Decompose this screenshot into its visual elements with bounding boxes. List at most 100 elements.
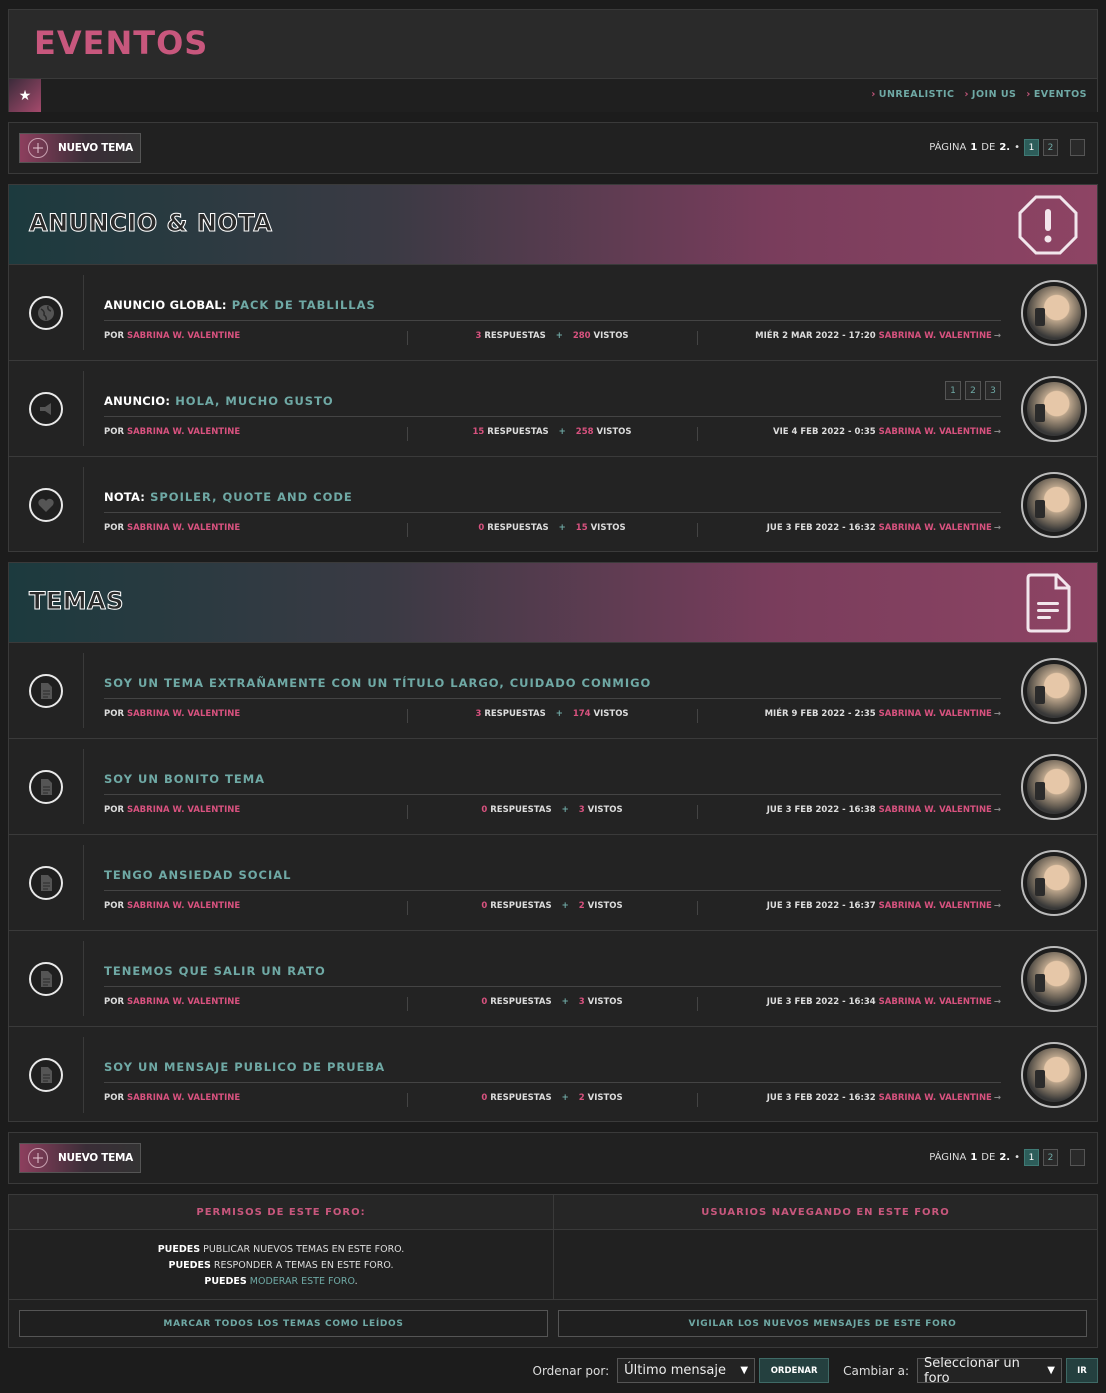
permissions-title: PERMISOS DE ESTE FORO: (9, 1195, 553, 1230)
topic-title[interactable]: SOY UN TEMA EXTRAÑAMENTE CON UN TÍTULO L… (104, 676, 651, 690)
go-button[interactable]: IR (1066, 1358, 1098, 1383)
page-title: EVENTOS (34, 24, 209, 62)
moderate-link[interactable]: MODERAR ESTE FORO (250, 1276, 355, 1287)
page-2-button[interactable]: 2 (1043, 1149, 1058, 1166)
topic-meta: POR SABRINA W. VALENTINE 3 RESPUESTAS +17… (104, 709, 1001, 723)
avatar[interactable] (1021, 850, 1087, 916)
jump-label: Cambiar a: (843, 1363, 909, 1378)
globe-icon (29, 296, 63, 330)
avatar[interactable] (1021, 376, 1087, 442)
avatar[interactable] (1021, 946, 1087, 1012)
last-author-link[interactable]: SABRINA W. VALENTINE (879, 427, 992, 437)
topic-title[interactable]: ANUNCIO: HOLA, MUCHO GUSTO (104, 394, 334, 408)
order-button[interactable]: ORDENAR (759, 1358, 830, 1383)
topic-row[interactable]: ANUNCIO GLOBAL: PACK DE TABLILLAS POR SAB… (9, 265, 1097, 361)
topic-row[interactable]: SOY UN MENSAJE PUBLICO DE PRUEBA POR SAB… (9, 1027, 1097, 1123)
bottom-action-bar: NUEVO TEMA PÁGINA 1 DE 2. • 1 2 (8, 1132, 1098, 1184)
avatar[interactable] (1021, 658, 1087, 724)
author-link[interactable]: SABRINA W. VALENTINE (127, 523, 240, 533)
forum-info-box: PERMISOS DE ESTE FORO: PUEDES PUBLICAR N… (8, 1194, 1098, 1348)
new-topic-button[interactable]: NUEVO TEMA (19, 1143, 141, 1173)
topic-row[interactable]: SOY UN TEMA EXTRAÑAMENTE CON UN TÍTULO L… (9, 643, 1097, 739)
avatar[interactable] (1021, 472, 1087, 538)
last-author-link[interactable]: SABRINA W. VALENTINE (879, 901, 992, 911)
last-author-link[interactable]: SABRINA W. VALENTINE (879, 523, 992, 533)
top-action-bar: NUEVO TEMA PÁGINA 1 DE 2. • 1 2 (8, 122, 1098, 174)
watch-forum-button[interactable]: VIGILAR LOS NUEVOS MENSAJES DE ESTE FORO (558, 1310, 1087, 1337)
topic-page-2[interactable]: 2 (965, 381, 981, 400)
topic-meta: POR SABRINA W. VALENTINE 0 RESPUESTAS +3 … (104, 805, 1001, 819)
last-author-link[interactable]: SABRINA W. VALENTINE (879, 1093, 992, 1103)
topic-title[interactable]: SOY UN BONITO TEMA (104, 772, 265, 786)
topic-title[interactable]: TENGO ANSIEDAD SOCIAL (104, 868, 292, 882)
star-icon[interactable]: ★ (9, 79, 41, 112)
file-icon (29, 962, 63, 996)
megaphone-icon (29, 392, 63, 426)
author-link[interactable]: SABRINA W. VALENTINE (127, 331, 240, 341)
forum-header: EVENTOS ★ › UNREALISTIC › JOIN US › EVENTOS (8, 9, 1098, 112)
users-title: USUARIOS NAVEGANDO EN ESTE FORO (554, 1195, 1097, 1230)
alert-octagon-icon (1018, 195, 1078, 255)
breadcrumb: › UNREALISTIC › JOIN US › EVENTOS (871, 89, 1087, 100)
topic-row[interactable]: ANUNCIO: HOLA, MUCHO GUSTO 1 2 3 POR SABR… (9, 361, 1097, 457)
document-icon (1026, 573, 1071, 633)
avatar[interactable] (1021, 754, 1087, 820)
breadcrumb-item[interactable]: › JOIN US (965, 89, 1017, 100)
topic-page-3[interactable]: 3 (985, 381, 1001, 400)
arrow-right-icon[interactable]: → (994, 523, 1001, 533)
author-link[interactable]: SABRINA W. VALENTINE (127, 901, 240, 911)
topic-meta: POR SABRINA W. VALENTINE 3 RESPUESTAS +28… (104, 331, 1001, 345)
topic-title[interactable]: NOTA: SPOILER, QUOTE AND CODE (104, 490, 353, 504)
topic-row[interactable]: SOY UN BONITO TEMA POR SABRINA W. VALENT… (9, 739, 1097, 835)
author-link[interactable]: SABRINA W. VALENTINE (127, 805, 240, 815)
file-icon (29, 770, 63, 804)
next-page-button[interactable] (1070, 1149, 1085, 1166)
section-title: ANUNCIO & NOTA (28, 209, 273, 238)
topic-row[interactable]: TENEMOS QUE SALIR UN RATO POR SABRINA W.… (9, 931, 1097, 1027)
arrow-right-icon[interactable]: → (994, 901, 1001, 911)
arrow-right-icon[interactable]: → (994, 331, 1001, 341)
forum-jump-select[interactable]: Seleccionar un foro ▼ (917, 1356, 1062, 1386)
pagination: PÁGINA 1 DE 2. • 1 2 (929, 1149, 1085, 1166)
avatar[interactable] (1021, 280, 1087, 346)
permissions-panel: PERMISOS DE ESTE FORO: PUEDES PUBLICAR N… (9, 1195, 554, 1299)
page-1-button[interactable]: 1 (1024, 139, 1039, 156)
author-link[interactable]: SABRINA W. VALENTINE (127, 997, 240, 1007)
section-header: ANUNCIO & NOTA (9, 185, 1097, 265)
breadcrumb-item[interactable]: › UNREALISTIC (871, 89, 954, 100)
author-link[interactable]: SABRINA W. VALENTINE (127, 1093, 240, 1103)
mark-all-read-button[interactable]: MARCAR TODOS LOS TEMAS COMO LEÍDOS (19, 1310, 548, 1337)
page-1-button[interactable]: 1 (1024, 1149, 1039, 1166)
last-author-link[interactable]: SABRINA W. VALENTINE (879, 331, 992, 341)
order-select[interactable]: Último mensaje ▼ (617, 1358, 756, 1383)
page-2-button[interactable]: 2 (1043, 139, 1058, 156)
topic-title[interactable]: TENEMOS QUE SALIR UN RATO (104, 964, 326, 978)
topic-row[interactable]: NOTA: SPOILER, QUOTE AND CODE POR SABRINA… (9, 457, 1097, 553)
arrow-right-icon[interactable]: → (994, 997, 1001, 1007)
section-title: TEMAS (28, 587, 125, 616)
arrow-right-icon[interactable]: → (994, 427, 1001, 437)
last-author-link[interactable]: SABRINA W. VALENTINE (879, 709, 992, 719)
chevron-down-icon: ▼ (740, 1365, 749, 1376)
new-topic-button[interactable]: NUEVO TEMA (19, 133, 141, 163)
author-link[interactable]: SABRINA W. VALENTINE (127, 709, 240, 719)
topic-meta: POR SABRINA W. VALENTINE 0 RESPUESTAS +2 … (104, 901, 1001, 915)
breadcrumb-item[interactable]: › EVENTOS (1026, 89, 1087, 100)
topic-pagination: 1 2 3 (945, 381, 1001, 400)
topic-row[interactable]: TENGO ANSIEDAD SOCIAL POR SABRINA W. VAL… (9, 835, 1097, 931)
topic-meta: POR SABRINA W. VALENTINE 15 RESPUESTAS +2… (104, 427, 1001, 441)
author-link[interactable]: SABRINA W. VALENTINE (127, 427, 240, 437)
last-author-link[interactable]: SABRINA W. VALENTINE (879, 997, 992, 1007)
topic-title[interactable]: SOY UN MENSAJE PUBLICO DE PRUEBA (104, 1060, 385, 1074)
topic-title[interactable]: ANUNCIO GLOBAL: PACK DE TABLILLAS (104, 298, 376, 312)
topic-page-1[interactable]: 1 (945, 381, 961, 400)
arrow-right-icon[interactable]: → (994, 709, 1001, 719)
topic-meta: POR SABRINA W. VALENTINE 0 RESPUESTAS +3 … (104, 997, 1001, 1011)
heart-icon (29, 488, 63, 522)
next-page-button[interactable] (1070, 139, 1085, 156)
arrow-right-icon[interactable]: → (994, 805, 1001, 815)
last-author-link[interactable]: SABRINA W. VALENTINE (879, 805, 992, 815)
arrow-right-icon[interactable]: → (994, 1093, 1001, 1103)
avatar[interactable] (1021, 1042, 1087, 1108)
file-icon (29, 866, 63, 900)
